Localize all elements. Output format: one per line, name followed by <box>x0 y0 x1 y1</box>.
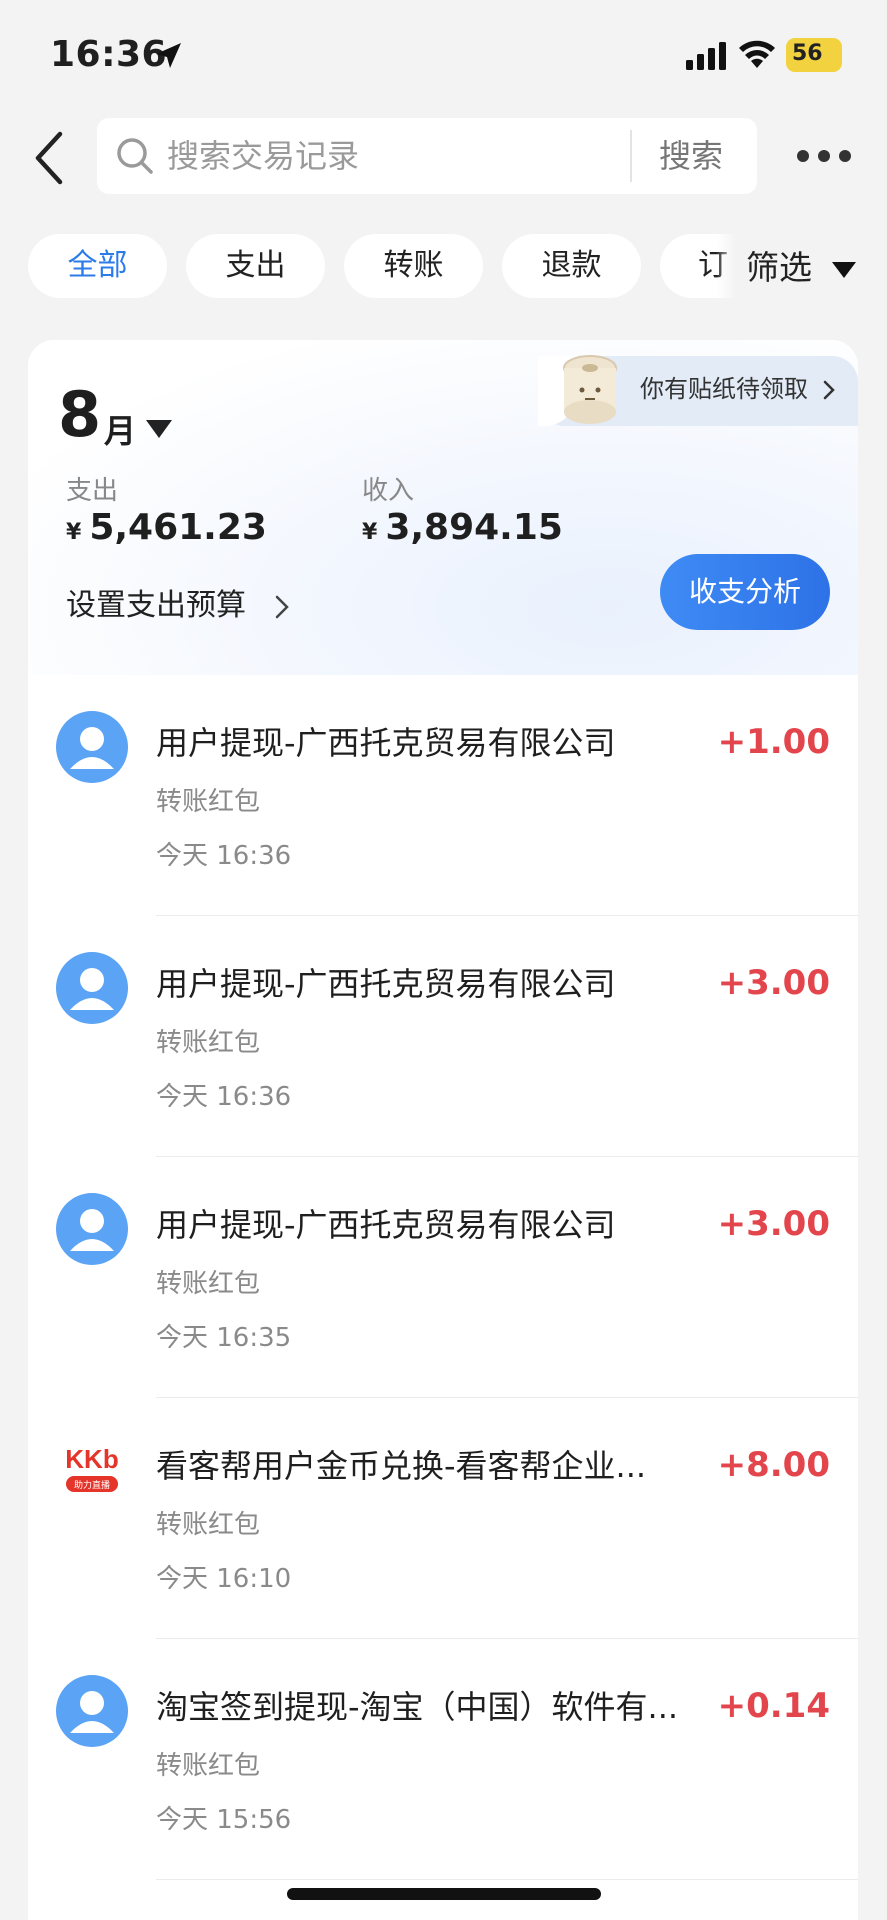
person-icon <box>56 711 128 783</box>
income-currency: ¥ <box>362 520 378 545</box>
tab-expense[interactable]: 支出 <box>186 234 325 298</box>
tab-transfer[interactable]: 转账 <box>344 234 483 298</box>
back-icon[interactable] <box>30 130 70 186</box>
caret-down-icon <box>832 262 856 278</box>
cellular-signal-icon <box>686 42 726 70</box>
person-icon <box>56 1675 128 1747</box>
transaction-time: 今天 16:36 <box>156 1082 292 1112</box>
transaction-row[interactable]: 用户提现-广西托克贸易有限公司 +1.00 转账红包 今天 16:36 <box>28 675 858 916</box>
transaction-title: 用户提现-广西托克贸易有限公司 <box>156 965 616 1003</box>
filter-button[interactable]: 筛选 <box>746 246 812 290</box>
transaction-time: 今天 16:35 <box>156 1323 292 1353</box>
search-button[interactable]: 搜索 <box>659 132 723 180</box>
person-icon <box>56 1193 128 1265</box>
row-divider <box>156 1879 858 1880</box>
month-caret-down-icon[interactable] <box>146 420 172 438</box>
search-icon <box>117 138 153 174</box>
wifi-icon <box>739 40 775 68</box>
status-time: 16:36 <box>50 34 168 75</box>
expense-total: ¥5,461.23 <box>66 504 267 557</box>
battery-level: 56 <box>792 41 823 66</box>
transaction-amount: +3.00 <box>717 963 830 1003</box>
transaction-time: 今天 15:56 <box>156 1805 292 1835</box>
transaction-time: 今天 16:36 <box>156 841 292 871</box>
transaction-row[interactable]: 淘宝签到提现-淘宝（中国）软件有... +0.14 转账红包 今天 15:56 <box>28 1639 858 1880</box>
kkb-logo-subtext: 助力直播 <box>74 1479 110 1491</box>
transaction-row[interactable]: 用户提现-广西托克贸易有限公司 +3.00 转账红包 今天 16:35 <box>28 1157 858 1398</box>
transaction-type: 转账红包 <box>156 1751 261 1781</box>
sticker-roll-icon <box>563 355 617 424</box>
month-unit[interactable]: 月 <box>104 406 136 452</box>
location-arrow-icon <box>156 43 181 68</box>
kkb-logo-icon: KKb 助力直播 <box>56 1434 128 1506</box>
transaction-title: 用户提现-广西托克贸易有限公司 <box>156 1206 616 1244</box>
expense-label: 支出 <box>66 476 119 506</box>
month-number[interactable]: 8 <box>58 380 101 450</box>
transaction-time: 今天 16:10 <box>156 1564 292 1594</box>
transaction-title: 淘宝签到提现-淘宝（中国）软件有... <box>156 1688 679 1726</box>
month-summary: 你有贴纸待领取 8 月 支出 收入 ¥5,461.23 ¥3,894.15 设置… <box>28 340 858 675</box>
analysis-button[interactable]: 收支分析 <box>660 554 830 630</box>
tab-refund[interactable]: 退款 <box>502 234 641 298</box>
status-bar: 16:36 56 <box>0 0 887 110</box>
set-budget-link[interactable]: 设置支出预算 <box>66 584 246 628</box>
transaction-amount: +8.00 <box>717 1445 830 1485</box>
transaction-amount: +1.00 <box>717 722 830 762</box>
transaction-type: 转账红包 <box>156 1269 261 1299</box>
home-indicator[interactable] <box>287 1888 601 1900</box>
transaction-row[interactable]: KKb 助力直播 看客帮用户金币兑换-看客帮企业... +8.00 转账红包 今… <box>28 1398 858 1639</box>
person-icon <box>56 952 128 1024</box>
transaction-title: 用户提现-广西托克贸易有限公司 <box>156 724 616 762</box>
income-label: 收入 <box>362 476 415 506</box>
transaction-type: 转账红包 <box>156 1510 261 1540</box>
chevron-right-icon <box>275 595 289 619</box>
transaction-title: 看客帮用户金币兑换-看客帮企业... <box>156 1447 647 1485</box>
more-icon[interactable] <box>796 148 852 164</box>
battery-icon: 56 <box>786 38 842 72</box>
search-box[interactable]: 搜索交易记录 搜索 <box>97 118 757 194</box>
kkb-logo-text: KKb <box>65 1444 118 1474</box>
transaction-amount: +3.00 <box>717 1204 830 1244</box>
income-total: ¥3,894.15 <box>362 504 563 557</box>
search-input[interactable]: 搜索交易记录 <box>167 132 359 180</box>
tab-all[interactable]: 全部 <box>28 234 167 298</box>
expense-value: 5,461.23 <box>89 507 267 548</box>
transactions-card: 你有贴纸待领取 8 月 支出 收入 ¥5,461.23 ¥3,894.15 设置… <box>28 340 858 1920</box>
transaction-type: 转账红包 <box>156 787 261 817</box>
income-value: 3,894.15 <box>385 507 563 548</box>
transaction-row[interactable]: 用户提现-广西托克贸易有限公司 +3.00 转账红包 今天 16:36 <box>28 916 858 1157</box>
transaction-type: 转账红包 <box>156 1028 261 1058</box>
search-divider <box>630 130 632 182</box>
expense-currency: ¥ <box>66 520 82 545</box>
chevron-right-icon <box>823 380 835 400</box>
transaction-amount: +0.14 <box>717 1686 830 1726</box>
sticker-text[interactable]: 你有贴纸待领取 <box>640 372 808 406</box>
